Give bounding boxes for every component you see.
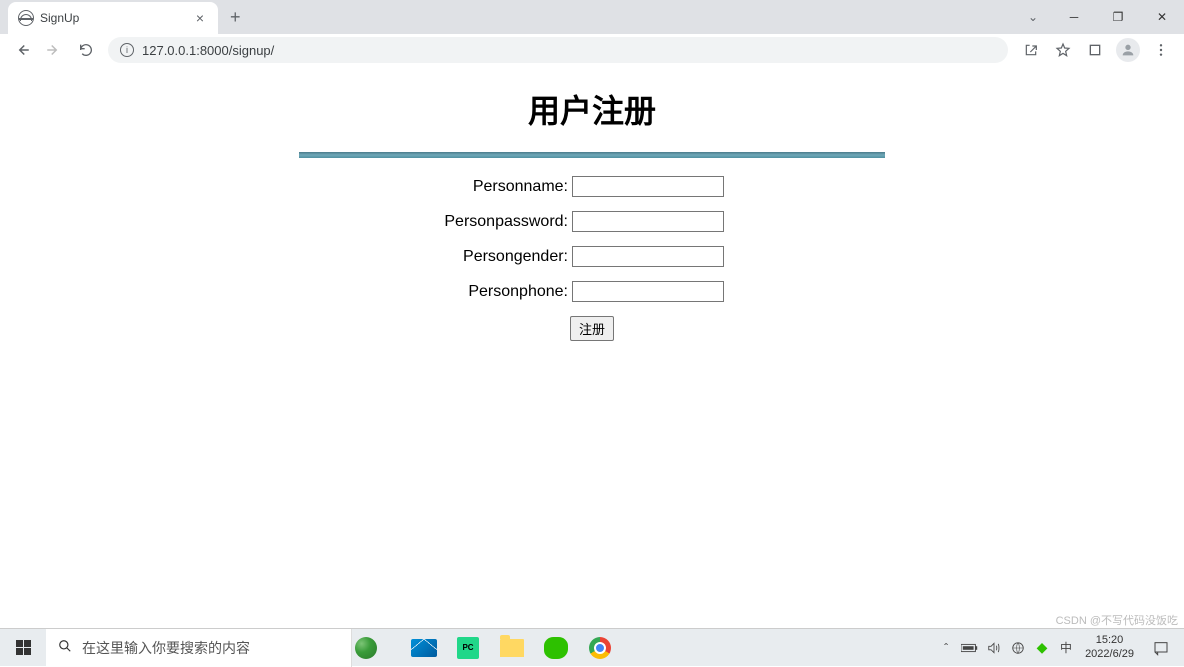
personname-input[interactable] <box>572 176 724 197</box>
new-tab-button[interactable]: + <box>218 7 253 28</box>
form-row-persongender: Persongender: <box>299 246 885 267</box>
explorer-app[interactable] <box>490 629 534 667</box>
taskbar: 在这里输入你要搜索的内容 PC ˆ ◆ 中 15:20 2022/6/29 <box>0 628 1184 666</box>
window-controls: ⌄ ─ ❐ ✕ <box>1014 0 1184 34</box>
profile-button[interactable] <box>1116 38 1140 62</box>
arrow-right-icon <box>45 41 63 59</box>
person-icon <box>1120 42 1136 58</box>
personphone-label: Personphone: <box>300 283 572 301</box>
bookmark-button[interactable] <box>1048 36 1078 64</box>
taskbar-search[interactable]: 在这里输入你要搜索的内容 <box>46 629 352 667</box>
search-icon <box>58 639 72 656</box>
page-content: 用户注册 Personname: Personpassword: Persong… <box>0 66 1184 341</box>
chrome-icon <box>589 637 611 659</box>
star-icon <box>1055 42 1071 58</box>
start-button[interactable] <box>0 629 46 667</box>
wechat-icon <box>544 637 568 659</box>
taskbar-apps: PC <box>358 629 622 667</box>
page-title: 用户注册 <box>299 86 885 132</box>
extensions-button[interactable] <box>1080 36 1110 64</box>
form-row-personpassword: Personpassword: <box>299 211 885 232</box>
signup-form: 用户注册 Personname: Personpassword: Persong… <box>299 86 885 341</box>
watermark: CSDN @不写代码没饭吃 <box>1056 612 1178 628</box>
tab-bar: SignUp × + ⌄ ─ ❐ ✕ <box>0 0 1184 34</box>
tray-chevron-up-icon[interactable]: ˆ <box>935 633 957 663</box>
clock[interactable]: 15:20 2022/6/29 <box>1079 634 1140 660</box>
personphone-input[interactable] <box>572 281 724 302</box>
submit-button[interactable]: 注册 <box>570 316 614 341</box>
maximize-button[interactable]: ❐ <box>1096 2 1140 32</box>
notifications-icon <box>1153 640 1169 656</box>
volume-icon[interactable] <box>983 633 1005 663</box>
persongender-label: Persongender: <box>300 248 572 266</box>
chrome-app[interactable] <box>578 629 622 667</box>
close-window-button[interactable]: ✕ <box>1140 2 1184 32</box>
url-text: 127.0.0.1:8000/signup/ <box>142 43 274 58</box>
reload-icon <box>78 42 94 58</box>
pycharm-app[interactable]: PC <box>446 629 490 667</box>
ime-icon[interactable]: 中 <box>1055 633 1077 663</box>
forward-button[interactable] <box>40 36 68 64</box>
site-info-icon[interactable]: i <box>120 43 134 57</box>
windows-icon <box>16 640 31 655</box>
wechat-app[interactable] <box>534 629 578 667</box>
toolbar-right <box>1016 36 1176 64</box>
pycharm-icon: PC <box>457 637 479 659</box>
menu-button[interactable] <box>1146 36 1176 64</box>
personname-label: Personname: <box>300 178 572 196</box>
url-bar[interactable]: i 127.0.0.1:8000/signup/ <box>108 37 1008 63</box>
time-text: 15:20 <box>1085 634 1134 647</box>
minimize-button[interactable]: ─ <box>1052 2 1096 32</box>
browser-chrome: SignUp × + ⌄ ─ ❐ ✕ i 127.0.0.1:8000/sign… <box>0 0 1184 66</box>
form-row-personphone: Personphone: <box>299 281 885 302</box>
reload-button[interactable] <box>72 36 100 64</box>
tab-search-icon[interactable]: ⌄ <box>1014 10 1052 24</box>
close-tab-icon[interactable]: × <box>192 10 208 26</box>
share-button[interactable] <box>1016 36 1046 64</box>
mail-app[interactable] <box>402 629 446 667</box>
form-row-personname: Personname: <box>299 176 885 197</box>
cortana-icon <box>355 637 377 659</box>
cortana-button[interactable] <box>358 629 402 667</box>
battery-icon[interactable] <box>959 633 981 663</box>
mail-icon <box>411 639 437 657</box>
folder-icon <box>500 639 524 657</box>
address-bar: i 127.0.0.1:8000/signup/ <box>0 34 1184 66</box>
notifications-button[interactable] <box>1142 629 1180 667</box>
browser-tab[interactable]: SignUp × <box>8 2 218 34</box>
date-text: 2022/6/29 <box>1085 648 1134 661</box>
share-icon <box>1023 42 1039 58</box>
personpassword-label: Personpassword: <box>300 213 572 231</box>
square-icon <box>1087 42 1103 58</box>
tray-app-icon[interactable]: ◆ <box>1031 633 1053 663</box>
back-button[interactable] <box>8 36 36 64</box>
tab-title: SignUp <box>40 11 186 25</box>
persongender-input[interactable] <box>572 246 724 267</box>
arrow-left-icon <box>13 41 31 59</box>
personpassword-input[interactable] <box>572 211 724 232</box>
network-icon[interactable] <box>1007 633 1029 663</box>
search-placeholder: 在这里输入你要搜索的内容 <box>82 638 250 658</box>
divider <box>299 152 885 158</box>
system-tray: ˆ ◆ 中 15:20 2022/6/29 <box>935 629 1184 667</box>
dots-vertical-icon <box>1153 42 1169 58</box>
globe-icon <box>18 10 34 26</box>
